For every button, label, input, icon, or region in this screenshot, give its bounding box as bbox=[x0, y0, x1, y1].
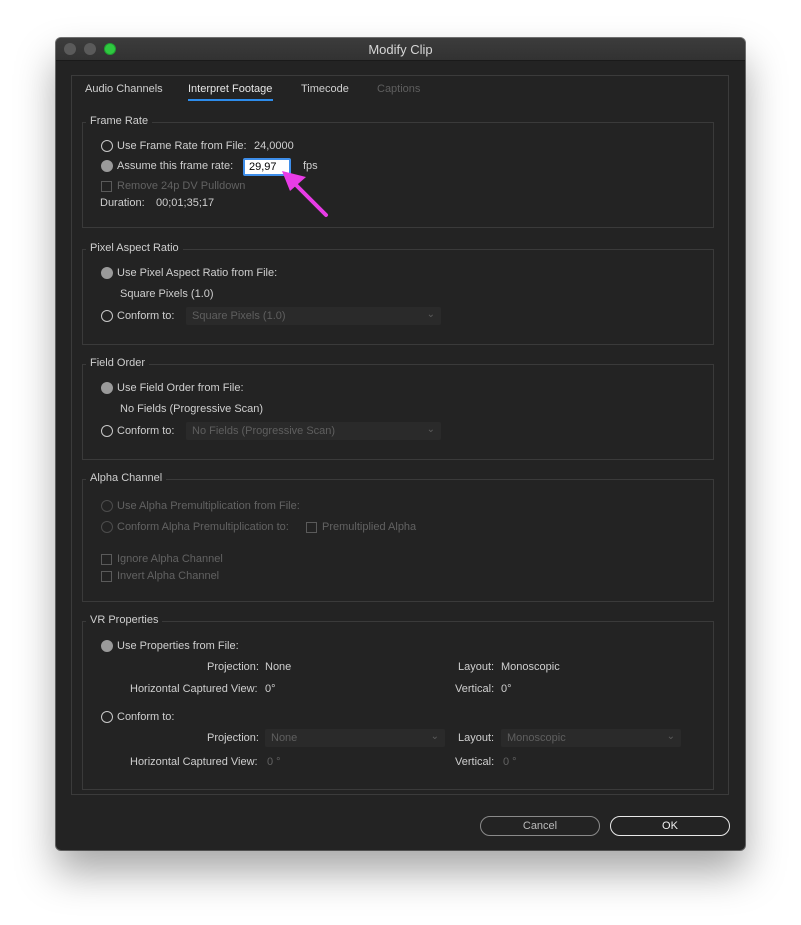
horizontal-captured-view-value: 0° bbox=[265, 683, 276, 695]
premultiplied-alpha-checkbox[interactable] bbox=[306, 522, 317, 533]
chevron-down-icon: ⌄ bbox=[666, 731, 675, 742]
use-vr-from-file-radio[interactable] bbox=[101, 640, 113, 652]
conform-projection-value: None bbox=[271, 732, 298, 744]
projection-value: None bbox=[265, 661, 292, 673]
use-field-order-from-file-label: Use Field Order from File: bbox=[117, 382, 244, 394]
cancel-button[interactable]: Cancel bbox=[480, 816, 600, 836]
conform-field-order-radio[interactable] bbox=[101, 425, 113, 437]
chevron-down-icon: ⌄ bbox=[426, 424, 435, 435]
vertical-label: Vertical: bbox=[455, 683, 495, 695]
chevron-down-icon: ⌄ bbox=[426, 309, 435, 320]
use-vr-from-file-label: Use Properties from File: bbox=[117, 640, 239, 652]
conform-projection-dropdown[interactable]: None ⌄ bbox=[265, 729, 445, 747]
use-par-from-file-label: Use Pixel Aspect Ratio from File: bbox=[117, 267, 278, 279]
layout-value: Monoscopic bbox=[501, 661, 560, 673]
conform-par-dropdown-value: Square Pixels (1.0) bbox=[192, 310, 286, 322]
conform-hcv-value[interactable]: 0 ° bbox=[267, 756, 281, 768]
conform-par-label: Conform to: bbox=[117, 310, 175, 322]
field-order-file-value: No Fields (Progressive Scan) bbox=[120, 403, 264, 415]
conform-alpha-premult-label: Conform Alpha Premultiplication to: bbox=[117, 521, 289, 533]
conform-layout-dropdown[interactable]: Monoscopic ⌄ bbox=[501, 729, 681, 747]
premultiplied-alpha-label: Premultiplied Alpha bbox=[322, 521, 417, 533]
use-alpha-premult-radio[interactable] bbox=[101, 500, 113, 512]
conform-layout-value: Monoscopic bbox=[507, 732, 566, 744]
conform-vertical-label: Vertical: bbox=[455, 756, 495, 768]
conform-vertical-value[interactable]: 0 ° bbox=[503, 756, 517, 768]
ignore-alpha-label: Ignore Alpha Channel bbox=[117, 553, 223, 565]
conform-vr-label: Conform to: bbox=[117, 711, 175, 723]
conform-vr-radio[interactable] bbox=[101, 711, 113, 723]
conform-par-radio[interactable] bbox=[101, 310, 113, 322]
horizontal-captured-view-label: Horizontal Captured View: bbox=[130, 683, 258, 695]
chevron-down-icon: ⌄ bbox=[430, 731, 439, 742]
invert-alpha-checkbox[interactable] bbox=[101, 571, 112, 582]
vr-properties-heading: VR Properties bbox=[86, 614, 163, 626]
alpha-channel-group bbox=[82, 479, 714, 602]
use-alpha-premult-label: Use Alpha Premultiplication from File: bbox=[117, 500, 300, 512]
conform-hcv-label: Horizontal Captured View: bbox=[130, 756, 258, 768]
vertical-value: 0° bbox=[501, 683, 512, 695]
par-file-value: Square Pixels (1.0) bbox=[120, 288, 214, 300]
ok-button[interactable]: OK bbox=[610, 816, 730, 836]
layout-label: Layout: bbox=[458, 661, 495, 673]
conform-alpha-premult-radio[interactable] bbox=[101, 521, 113, 533]
projection-label: Projection: bbox=[207, 661, 259, 673]
conform-projection-label: Projection: bbox=[207, 732, 259, 744]
ignore-alpha-checkbox[interactable] bbox=[101, 554, 112, 565]
conform-field-order-dropdown[interactable]: No Fields (Progressive Scan) ⌄ bbox=[186, 422, 441, 440]
conform-field-order-dropdown-value: No Fields (Progressive Scan) bbox=[192, 425, 336, 437]
pixel-aspect-ratio-heading: Pixel Aspect Ratio bbox=[86, 242, 183, 254]
conform-par-dropdown[interactable]: Square Pixels (1.0) ⌄ bbox=[186, 307, 441, 325]
invert-alpha-label: Invert Alpha Channel bbox=[117, 570, 220, 582]
alpha-channel-heading: Alpha Channel bbox=[86, 472, 167, 484]
conform-layout-label: Layout: bbox=[458, 732, 495, 744]
use-par-from-file-radio[interactable] bbox=[101, 267, 113, 279]
conform-field-order-label: Conform to: bbox=[117, 425, 175, 437]
use-field-order-from-file-radio[interactable] bbox=[101, 382, 113, 394]
field-order-heading: Field Order bbox=[86, 357, 150, 369]
modify-clip-dialog: Modify Clip Audio Channels Interpret Foo… bbox=[56, 38, 745, 850]
